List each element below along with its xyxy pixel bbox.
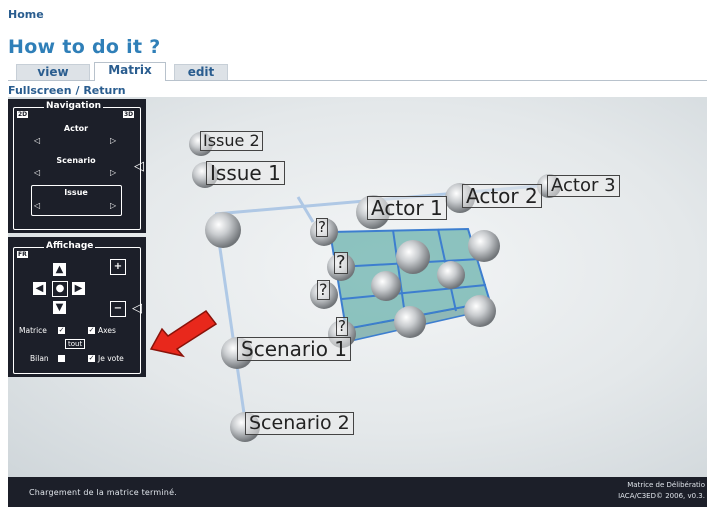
axes-checkbox[interactable]: ✓	[88, 327, 95, 334]
credit-line: Matrice de Délibératio	[627, 481, 705, 489]
pan-down-icon[interactable]: ▼	[53, 301, 66, 314]
navigation-panel: Navigation 2D 3D Actor ◁ ▷ Scenario ◁ ▷ …	[8, 99, 146, 233]
display-legend: Affichage	[44, 241, 96, 251]
mode-2d-toggle[interactable]: 2D	[17, 111, 29, 118]
matrice-label: Matrice	[19, 326, 47, 335]
unknown-cell-marker[interactable]: ?	[317, 280, 330, 300]
scenario-label[interactable]: Scenario 2	[245, 412, 354, 435]
bilan-label: Bilan	[30, 354, 49, 363]
center-view-icon[interactable]: ●	[52, 281, 68, 297]
tab-bar: view Matrix edit	[8, 62, 707, 81]
actor-nav-label: Actor	[63, 124, 89, 133]
issue-label[interactable]: Issue 2	[200, 131, 263, 151]
issue-label[interactable]: Issue 1	[206, 161, 285, 185]
collapse-display-icon[interactable]: ◁	[132, 301, 142, 316]
credits: Matrice de Délibératio IACA/C3ED© 2006, …	[618, 480, 705, 502]
home-link[interactable]: Home	[8, 8, 44, 21]
red-arrow-icon	[149, 309, 218, 358]
zoom-out-icon[interactable]: −	[110, 301, 126, 317]
scenario-nav-label: Scenario	[56, 156, 96, 165]
page-title: How to do it ?	[8, 36, 161, 58]
fullscreen-link[interactable]: Fullscreen	[8, 84, 72, 97]
actor-label[interactable]: Actor 3	[547, 175, 620, 197]
language-toggle[interactable]: FR	[17, 251, 28, 258]
unknown-cell-marker[interactable]: ?	[336, 317, 348, 336]
collapse-nav-icon[interactable]: ◁	[134, 159, 144, 174]
actor-label[interactable]: Actor 2	[462, 184, 542, 208]
scenario-prev-icon[interactable]: ◁	[34, 168, 40, 177]
tab-matrix[interactable]: Matrix	[94, 62, 166, 81]
issue-next-icon[interactable]: ▷	[110, 201, 116, 210]
tab-view[interactable]: view	[16, 64, 90, 80]
tout-button[interactable]: tout	[65, 339, 86, 349]
unknown-cell-marker[interactable]: ?	[334, 252, 348, 274]
credit-line: IACA/C3ED© 2006, v0.3.	[618, 492, 705, 500]
status-message: Chargement de la matrice terminé.	[29, 488, 177, 497]
pan-up-icon[interactable]: ▲	[53, 263, 66, 276]
issue-prev-icon[interactable]: ◁	[34, 201, 40, 210]
tab-edit[interactable]: edit	[174, 64, 228, 80]
je-vote-checkbox[interactable]: ✓	[88, 355, 95, 362]
scenario-next-icon[interactable]: ▷	[110, 168, 116, 177]
matrice-checkbox[interactable]: ✓	[58, 327, 65, 334]
bilan-checkbox[interactable]	[58, 355, 65, 362]
pan-left-icon[interactable]: ◀	[33, 282, 46, 295]
status-bar: Chargement de la matrice terminé. Matric…	[8, 477, 707, 507]
je-vote-label: Je vote	[98, 354, 124, 363]
link-separator: /	[75, 84, 80, 97]
pan-right-icon[interactable]: ▶	[72, 282, 85, 295]
actor-label[interactable]: Actor 1	[367, 196, 447, 220]
zoom-in-icon[interactable]: +	[110, 259, 126, 275]
return-link[interactable]: Return	[83, 84, 125, 97]
unknown-cell-marker[interactable]: ?	[316, 218, 328, 237]
scenario-label[interactable]: Scenario 1	[237, 337, 352, 361]
mode-3d-toggle[interactable]: 3D	[123, 111, 135, 118]
navigation-legend: Navigation	[44, 101, 104, 111]
issue-nav-label: Issue	[64, 188, 88, 197]
actor-next-icon[interactable]: ▷	[110, 136, 116, 145]
display-panel: Affichage FR ▲ ◀ ● ▶ ▼ + − ◁ Matrice ✓ ✓…	[8, 237, 146, 377]
axes-label: Axes	[98, 326, 116, 335]
view-mode-links: Fullscreen / Return	[8, 84, 126, 97]
actor-prev-icon[interactable]: ◁	[34, 136, 40, 145]
